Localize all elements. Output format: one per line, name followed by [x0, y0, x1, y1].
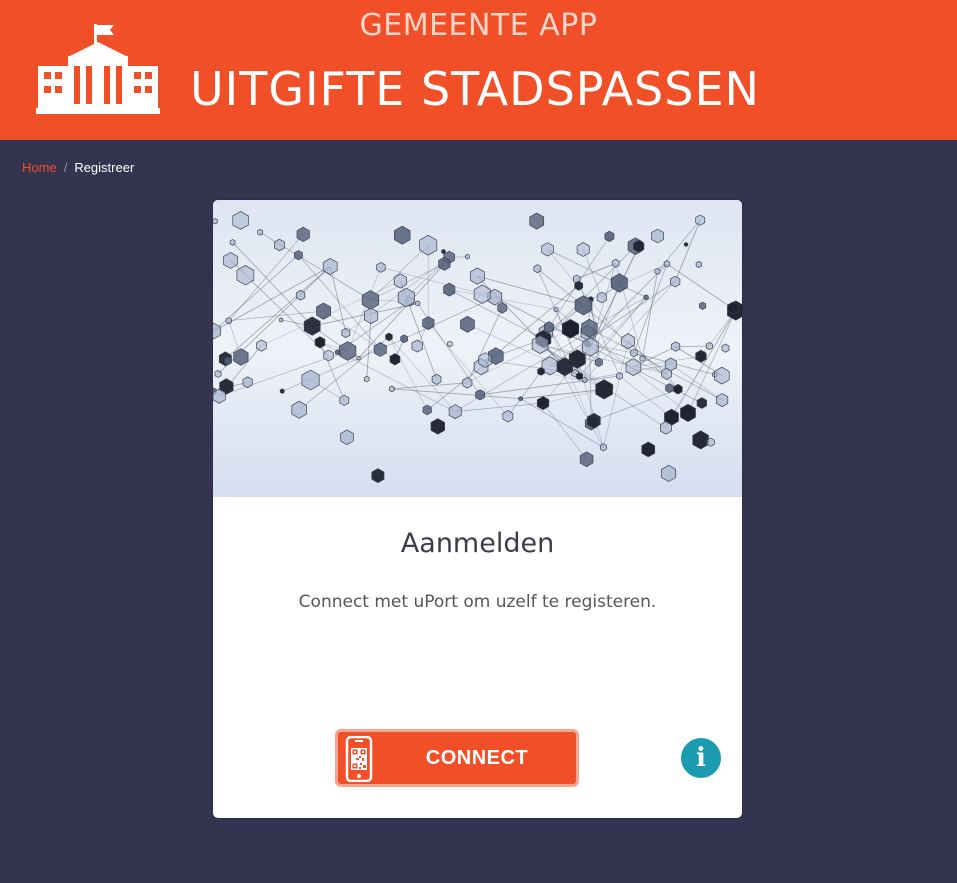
breadcrumb-home-link[interactable]: Home [22, 160, 57, 175]
page-title: UITGIFTE STADSPASSEN [190, 62, 760, 116]
login-card: Aanmelden Connect met uPort om uzelf te … [213, 200, 742, 818]
card-title: Aanmelden [400, 528, 555, 559]
app-name: GEMEENTE APP [359, 8, 598, 43]
breadcrumb-current: Registreer [74, 160, 135, 175]
phone-qr-icon [345, 736, 373, 782]
breadcrumb: Home / Registreer [22, 160, 134, 175]
info-icon: i [696, 743, 706, 773]
card-description: Connect met uPort om uzelf te registeren… [298, 592, 657, 612]
connect-button[interactable]: CONNECT [335, 729, 579, 787]
breadcrumb-separator: / [63, 160, 68, 175]
connect-button-label: CONNECT [425, 747, 529, 769]
app-header: GEMEENTE APP UITGIFTE STADSPASSEN [0, 0, 957, 140]
network-graph-image [213, 200, 742, 497]
info-button[interactable]: i [681, 738, 721, 778]
